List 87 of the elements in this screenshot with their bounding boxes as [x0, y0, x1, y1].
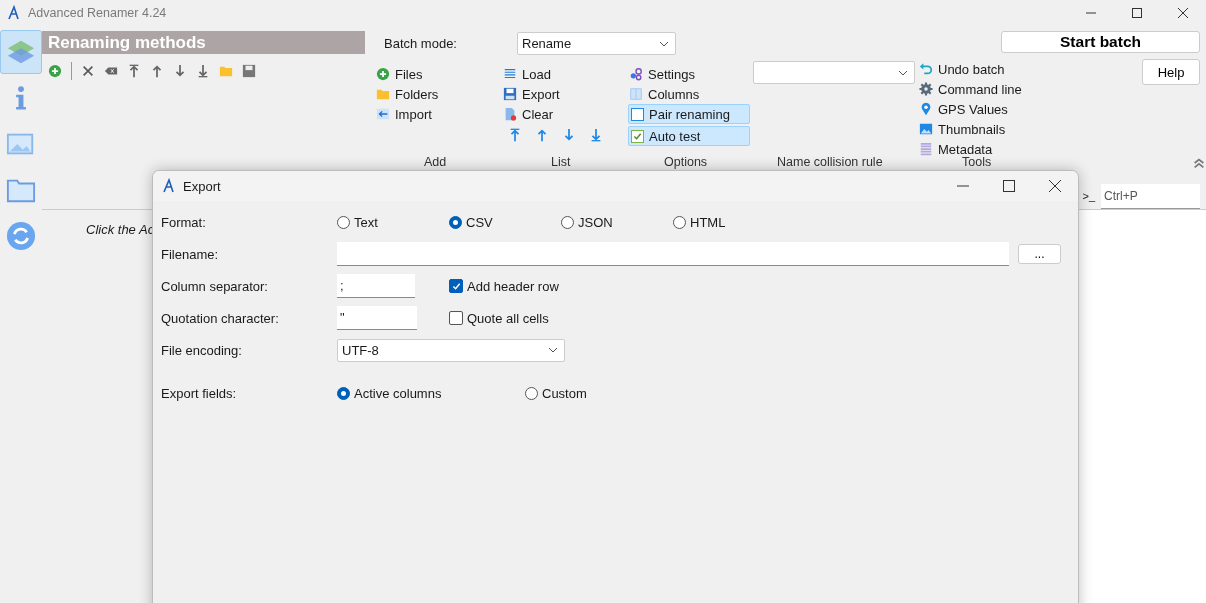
- field-label: Export fields:: [161, 384, 238, 403]
- maximize-icon: [1003, 180, 1015, 192]
- gears-icon: [629, 67, 643, 81]
- radio-option[interactable]: Active columns: [337, 385, 525, 401]
- sidebar-item[interactable]: [0, 30, 42, 74]
- radio-option[interactable]: HTML: [673, 214, 785, 230]
- batch-mode-label: Batch mode:: [384, 36, 458, 51]
- gear-icon: [919, 82, 933, 96]
- collision-rule-dropdown[interactable]: [753, 61, 915, 84]
- window-title: Advanced Renamer 4.24: [28, 5, 167, 20]
- radio-option[interactable]: JSON: [561, 214, 673, 230]
- radio-option[interactable]: Text: [337, 214, 449, 230]
- refresh-icon[interactable]: [6, 221, 36, 251]
- group-label: Options: [664, 156, 708, 168]
- group-label: Tools: [962, 156, 992, 168]
- dropdown-caret-icon: [548, 347, 558, 353]
- move-top-icon: [127, 64, 141, 78]
- field-label: Column separator:: [161, 277, 269, 296]
- close-icon: [81, 64, 95, 78]
- command-field[interactable]: Ctrl+P: [1101, 183, 1200, 209]
- maximize-icon: [1132, 7, 1142, 18]
- encoding-dropdown[interactable]: UTF-8: [337, 338, 565, 362]
- panel-title: Renaming methods: [42, 31, 365, 54]
- clear-icon: [503, 107, 517, 121]
- ribbon-button[interactable]: Folders: [375, 84, 502, 104]
- dialog-title: Export: [183, 178, 221, 194]
- field-label: File encoding:: [161, 341, 243, 360]
- batch-mode-dropdown[interactable]: Rename: [517, 32, 676, 55]
- up-arrow-icon: [535, 128, 549, 142]
- move-bottom-icon: [196, 64, 210, 78]
- ribbon-button[interactable]: Export: [502, 84, 628, 104]
- collapse-icon[interactable]: [1192, 156, 1206, 170]
- prompt-icon: >_: [1082, 190, 1095, 202]
- open-folder-icon: [219, 64, 233, 78]
- location-pin-icon: [919, 102, 933, 116]
- add-method-icon: [48, 64, 62, 78]
- field-label: Filename:: [161, 245, 220, 264]
- ribbon-button[interactable]: Settings: [628, 64, 753, 84]
- ribbon-button[interactable]: GPS Values: [918, 99, 1028, 119]
- filename-field[interactable]: [337, 242, 1009, 266]
- start-batch-button[interactable]: Start batch: [1001, 31, 1200, 53]
- add-icon: [376, 67, 390, 81]
- metadata-icon: [919, 142, 933, 156]
- radio-option[interactable]: Custom: [525, 385, 645, 401]
- down-arrow-icon: [173, 64, 187, 78]
- group-label: Add: [424, 156, 447, 168]
- field-label: Format:: [161, 213, 207, 232]
- group-label: List: [551, 156, 571, 168]
- list-icon: [503, 67, 517, 81]
- close-icon: [1178, 7, 1188, 18]
- down-arrow-icon: [562, 128, 576, 142]
- columns-icon: [629, 87, 643, 101]
- help-button[interactable]: Help: [1142, 59, 1200, 85]
- ribbon-button[interactable]: Undo batch: [918, 59, 1028, 79]
- close-icon: [1049, 180, 1061, 192]
- browse-button[interactable]: ...: [1018, 244, 1061, 264]
- save-icon: [242, 64, 256, 78]
- ribbon-button[interactable]: Clear: [502, 104, 628, 124]
- ribbon-button[interactable]: Thumbnails: [918, 119, 1028, 139]
- undo-icon: [919, 62, 933, 76]
- toggle-button[interactable]: Auto test: [628, 126, 750, 146]
- checkbox[interactable]: Add header row: [449, 278, 609, 294]
- check-icon: [633, 131, 642, 141]
- image-icon: [919, 122, 933, 136]
- field-label: Quotation character:: [161, 309, 280, 328]
- move-bottom-icon: [589, 128, 603, 142]
- separator-field[interactable]: ;: [337, 274, 415, 298]
- checkbox[interactable]: Quote all cells: [449, 310, 609, 326]
- ribbon-button[interactable]: Load: [502, 64, 628, 84]
- dropdown-caret-icon: [898, 69, 908, 76]
- ribbon-button[interactable]: Files: [375, 64, 502, 84]
- radio-option[interactable]: CSV: [449, 214, 561, 230]
- ribbon-button[interactable]: Import: [375, 104, 502, 124]
- up-arrow-icon: [150, 64, 164, 78]
- toggle-button[interactable]: Pair renaming: [628, 104, 750, 124]
- quote-field[interactable]: ": [337, 306, 417, 330]
- ribbon-button[interactable]: Command line: [918, 79, 1028, 99]
- check-icon: [451, 281, 461, 291]
- import-icon: [376, 107, 390, 121]
- move-top-icon: [508, 128, 522, 142]
- group-label: Name collision rule: [777, 156, 883, 168]
- folder-icon: [376, 87, 390, 101]
- logo-icon: [6, 4, 22, 21]
- save-icon: [503, 87, 517, 101]
- dropdown-caret-icon: [659, 40, 669, 47]
- logo-icon: [161, 178, 177, 194]
- ribbon-button[interactable]: Columns: [628, 84, 753, 104]
